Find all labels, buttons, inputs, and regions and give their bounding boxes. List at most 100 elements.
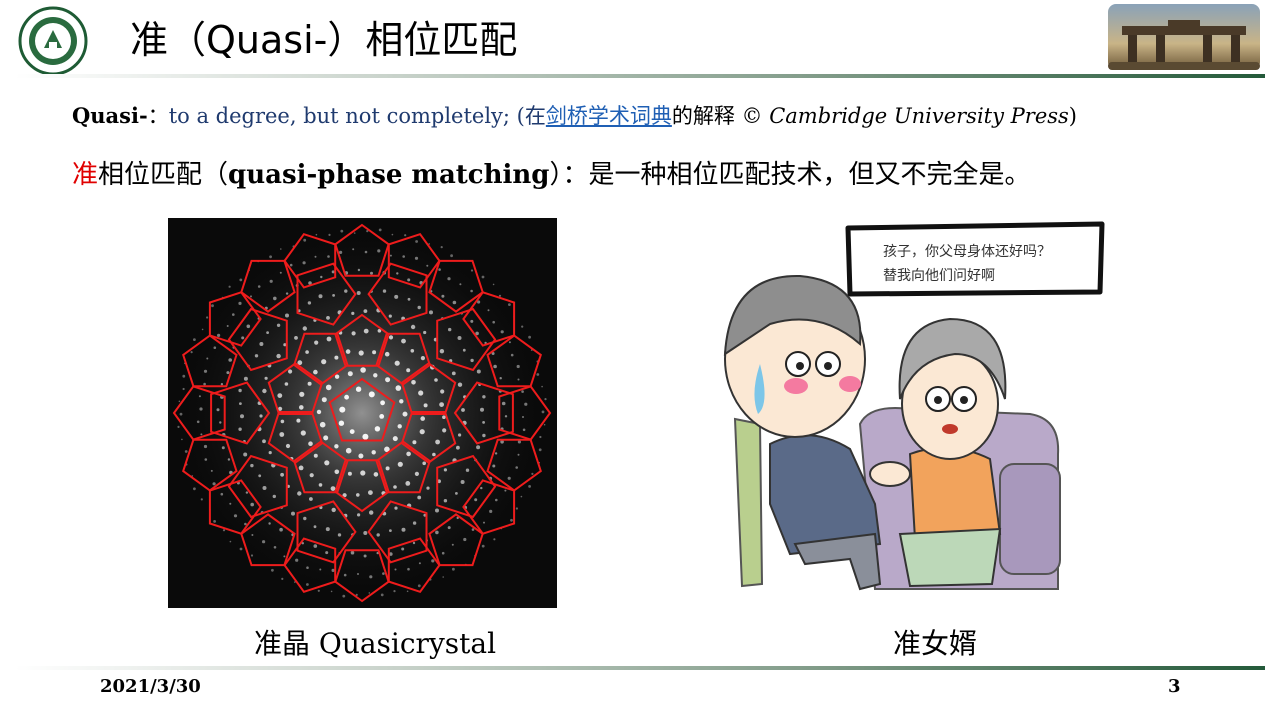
diffraction-spot <box>516 364 520 369</box>
diffraction-spot <box>480 486 483 490</box>
diffraction-spot <box>442 415 446 419</box>
diffraction-spot <box>226 325 229 327</box>
diffraction-spot <box>404 234 407 237</box>
diffraction-spot <box>371 450 376 455</box>
diffraction-spot <box>463 537 467 542</box>
diffraction-spot <box>271 568 274 572</box>
diffraction-spot <box>528 485 531 488</box>
diffraction-spot <box>241 336 245 340</box>
diffraction-spot <box>318 294 323 299</box>
diffraction-spot <box>239 402 242 405</box>
diffraction-spot <box>495 498 498 502</box>
diffraction-spot <box>442 576 445 578</box>
diffraction-spot <box>303 516 307 521</box>
diffraction-spot <box>291 511 295 516</box>
diffraction-spot <box>470 269 474 272</box>
cambridge-dictionary-link[interactable]: 剑桥学术词典 <box>546 104 672 128</box>
diffraction-spot <box>314 340 319 345</box>
diffraction-spot <box>345 349 351 354</box>
diffraction-spot <box>508 341 511 344</box>
diffraction-spot <box>517 453 520 456</box>
diffraction-spot <box>178 400 181 403</box>
diffraction-spot <box>406 590 409 593</box>
diffraction-spot <box>418 390 424 396</box>
diffraction-spot <box>498 294 502 297</box>
diffraction-spot <box>492 283 495 286</box>
qpm-rest: 相位匹配（ <box>98 160 229 190</box>
diffraction-spot <box>370 271 373 275</box>
quasi-definition: Quasi-：to a degree, but not completely; … <box>72 100 1077 132</box>
diffraction-spot <box>299 405 304 410</box>
diffraction-spot <box>426 264 429 267</box>
definition-close: ) <box>1068 104 1077 128</box>
diffraction-spot <box>280 472 284 477</box>
diffraction-spot <box>431 559 435 563</box>
diffraction-spot <box>250 554 254 557</box>
diffraction-spot <box>326 316 330 320</box>
diffraction-spot <box>414 471 419 476</box>
diffraction-spot <box>442 428 447 433</box>
diffraction-spot <box>268 451 272 455</box>
diffraction-spot <box>402 411 408 417</box>
diffraction-spot <box>279 432 285 437</box>
diffraction-spot <box>457 382 463 387</box>
diffraction-spot <box>268 522 271 525</box>
diffraction-spot <box>510 518 513 522</box>
diffraction-spot <box>517 378 520 381</box>
diffraction-spot <box>277 393 283 398</box>
diffraction-spot <box>330 486 336 491</box>
diffraction-spot <box>522 416 524 418</box>
diffraction-spot <box>325 527 330 532</box>
diffraction-spot <box>363 328 369 334</box>
diffraction-spot <box>302 261 306 265</box>
diffraction-spot <box>334 469 340 475</box>
diffraction-spot <box>356 291 361 295</box>
diffraction-spot <box>369 510 374 515</box>
diffraction-spot <box>374 426 381 432</box>
diffraction-spot <box>412 521 417 525</box>
diffraction-spot <box>414 256 419 260</box>
diffraction-spot <box>317 589 320 592</box>
diffraction-spot <box>351 331 356 336</box>
diffraction-spot <box>338 420 345 426</box>
diffraction-spot <box>226 371 230 375</box>
diffraction-spot <box>420 356 425 361</box>
diffraction-spot <box>239 278 243 282</box>
diffraction-spot <box>349 429 355 434</box>
diffraction-spot <box>222 529 226 532</box>
diffraction-spot <box>280 248 282 250</box>
diffraction-spot <box>303 238 307 242</box>
diffraction-spot <box>362 433 369 440</box>
diffraction-spot <box>307 301 312 305</box>
diffraction-spot <box>272 494 276 499</box>
diffraction-spot <box>243 452 248 457</box>
diffraction-spot <box>521 325 524 328</box>
diffraction-spot <box>373 373 378 378</box>
diffraction-spot <box>250 502 254 507</box>
diffraction-spot <box>229 502 232 505</box>
diffraction-spot <box>524 402 528 406</box>
diffraction-spot <box>401 338 406 344</box>
diffraction-spot <box>243 376 248 381</box>
slide-date: 2021/3/30 <box>100 676 201 697</box>
footer-divider <box>15 666 1265 670</box>
diffraction-spot <box>440 389 445 394</box>
diffraction-spot <box>182 374 186 378</box>
diffraction-spot <box>229 540 232 543</box>
diffraction-spot <box>327 255 330 258</box>
diffraction-spot <box>204 458 208 461</box>
diffraction-spot <box>305 350 309 354</box>
diffraction-spot <box>281 577 284 580</box>
diffraction-spot <box>528 335 531 339</box>
diffraction-spot <box>379 414 385 419</box>
diffraction-spot <box>448 327 452 332</box>
diffraction-spot <box>457 336 462 340</box>
diffraction-spot <box>262 486 267 490</box>
diffraction-spot <box>318 483 323 487</box>
diffraction-spot <box>385 466 390 471</box>
diffraction-spot <box>419 429 425 435</box>
diffraction-spot <box>297 491 302 496</box>
diffraction-spot <box>211 304 214 308</box>
diffraction-spot <box>460 480 465 484</box>
diffraction-spot <box>412 541 416 545</box>
